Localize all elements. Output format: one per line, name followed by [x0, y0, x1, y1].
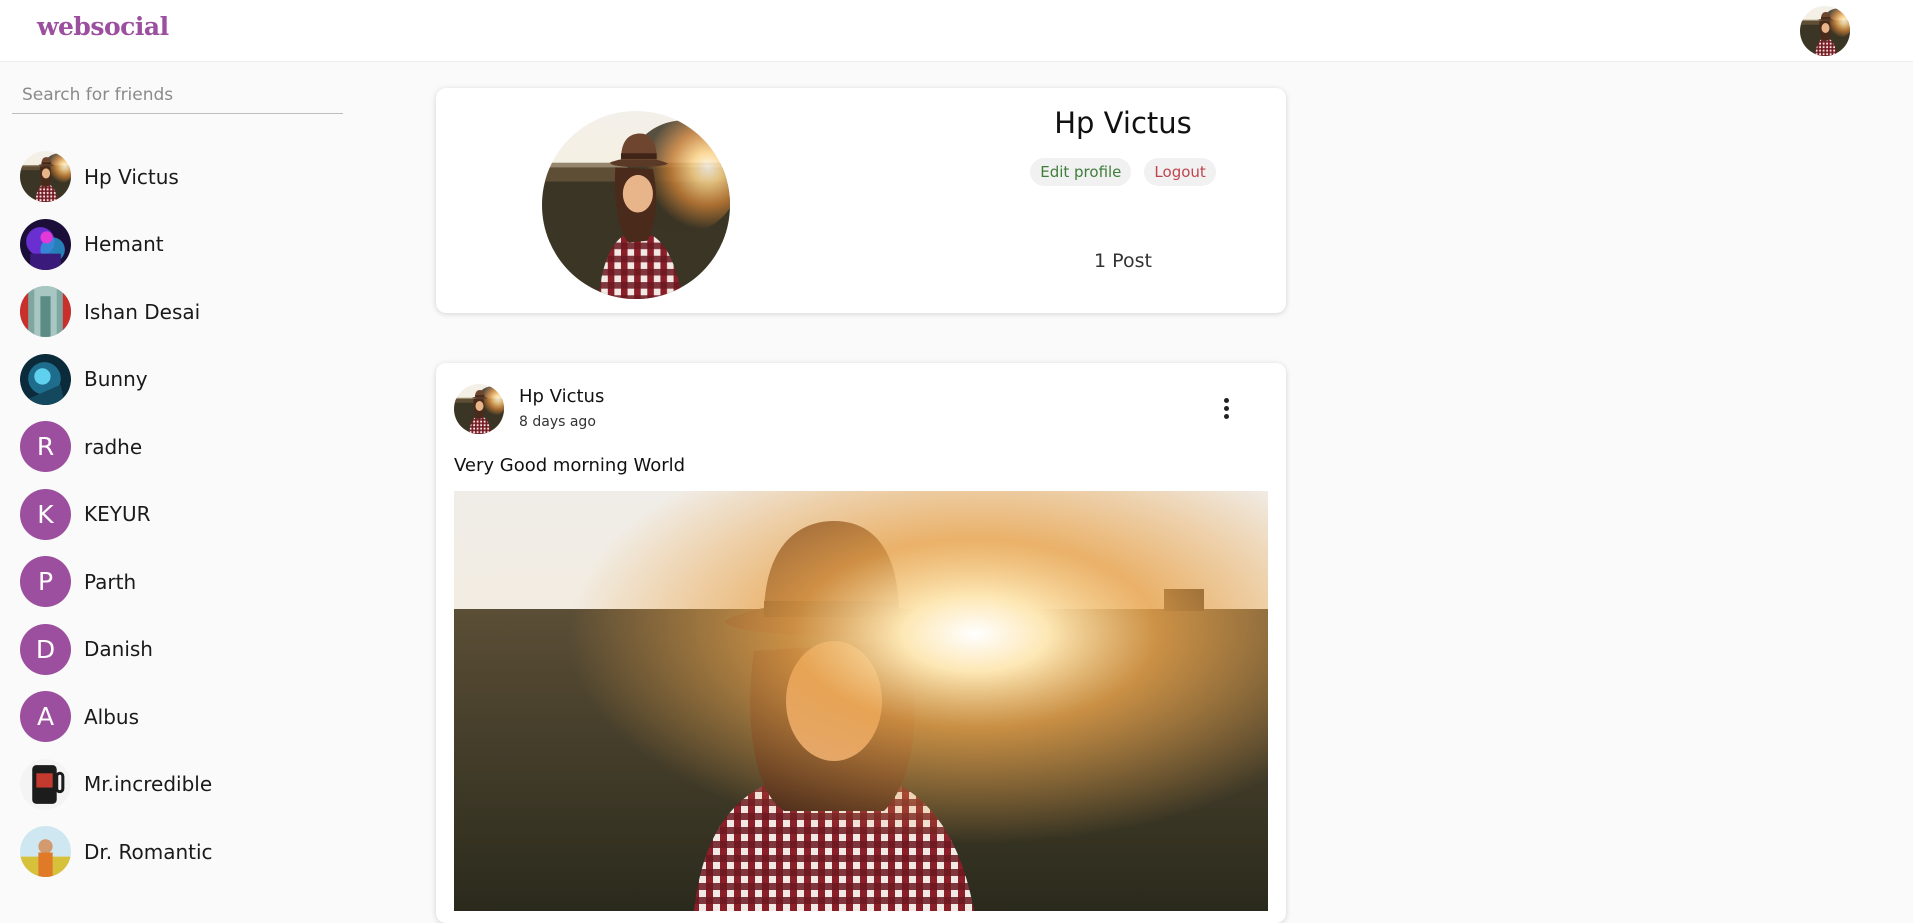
- user-avatar[interactable]: [1800, 6, 1850, 56]
- friend-name: Parth: [84, 569, 137, 594]
- post-author-name[interactable]: Hp Victus: [519, 386, 604, 407]
- friend-avatar: [20, 151, 71, 202]
- friend-item[interactable]: Ishan Desai: [0, 278, 350, 346]
- friend-name: Hemant: [84, 232, 164, 257]
- friend-item[interactable]: R radhe: [0, 413, 350, 481]
- edit-profile-button[interactable]: Edit profile: [1030, 158, 1132, 186]
- friend-name: Hp Victus: [84, 164, 179, 189]
- post-count: 1 Post: [1094, 250, 1152, 272]
- friend-item[interactable]: Bunny: [0, 346, 350, 414]
- friend-name: radhe: [84, 434, 143, 459]
- more-vertical-icon[interactable]: [1216, 393, 1236, 423]
- top-bar: websocial: [0, 0, 1913, 62]
- friend-avatar-letter: R: [20, 421, 71, 473]
- post-text: Very Good morning World: [454, 455, 686, 476]
- friend-avatar-letter: K: [20, 488, 71, 540]
- friend-avatar-letter: P: [20, 556, 71, 608]
- friend-avatar: [20, 353, 71, 405]
- friend-item[interactable]: D Danish: [0, 616, 350, 684]
- friend-avatar: [20, 826, 71, 878]
- post-timestamp: 8 days ago: [519, 414, 596, 430]
- logout-button[interactable]: Logout: [1144, 158, 1216, 186]
- friend-name: Bunny: [84, 367, 148, 392]
- friend-avatar-letter: A: [20, 691, 71, 743]
- friend-avatar-letter: D: [20, 623, 71, 675]
- friend-avatar: [20, 286, 71, 338]
- friend-item[interactable]: P Parth: [0, 548, 350, 616]
- profile-card: Hp Victus Edit profile Logout 1 Post: [436, 88, 1286, 313]
- friend-name: Albus: [84, 704, 140, 729]
- friend-item[interactable]: Hp Victus: [0, 143, 350, 211]
- friend-item[interactable]: Dr. Romantic: [0, 818, 350, 886]
- friend-list: Hp Victus Hemant Ishan Desai Bunny R rad…: [0, 143, 350, 886]
- friend-item[interactable]: A Albus: [0, 683, 350, 751]
- profile-name: Hp Victus: [1054, 106, 1192, 140]
- post-image[interactable]: [454, 491, 1268, 911]
- friend-name: Mr.incredible: [84, 772, 213, 797]
- friend-name: Danish: [84, 637, 153, 662]
- friend-item[interactable]: Hemant: [0, 211, 350, 279]
- friend-avatar: [20, 218, 71, 270]
- friend-name: Ishan Desai: [84, 299, 201, 324]
- search-input[interactable]: [12, 76, 343, 114]
- app-logo[interactable]: websocial: [37, 12, 169, 41]
- friend-item[interactable]: K KEYUR: [0, 481, 350, 549]
- profile-actions: Edit profile Logout: [898, 158, 1348, 186]
- profile-photo[interactable]: [542, 111, 730, 299]
- friend-avatar: [20, 758, 71, 810]
- friend-item[interactable]: Mr.incredible: [0, 751, 350, 819]
- friend-name: Dr. Romantic: [84, 839, 213, 864]
- friend-name: KEYUR: [84, 502, 151, 527]
- post-card: Hp Victus 8 days ago Very Good morning W…: [436, 363, 1286, 923]
- friends-sidebar: Hp Victus Hemant Ishan Desai Bunny R rad…: [0, 62, 350, 882]
- post-author-avatar[interactable]: [454, 384, 504, 434]
